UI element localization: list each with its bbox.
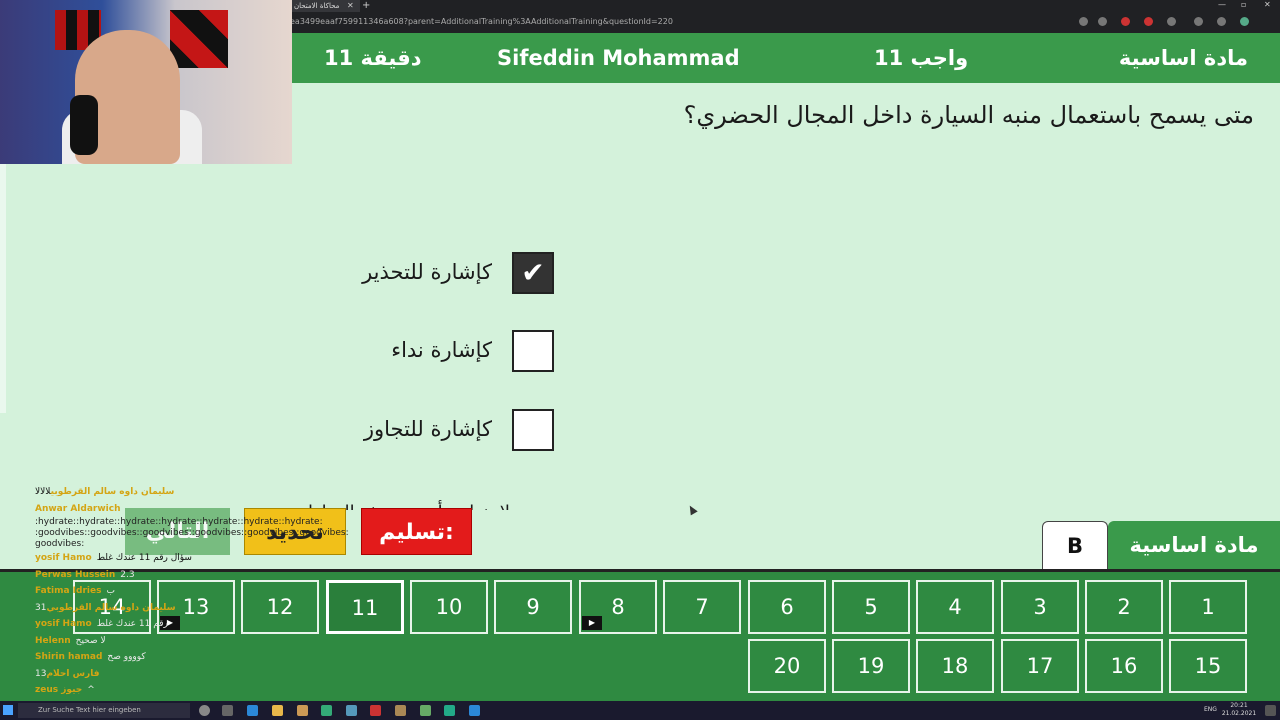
question-nav-button[interactable]: 1 (1169, 580, 1247, 634)
maximize-icon[interactable]: ▫ (1241, 0, 1246, 10)
question-nav-button[interactable]: 17 (1001, 639, 1079, 693)
app-icon[interactable] (469, 705, 480, 716)
question-nav-button[interactable]: 5 (832, 580, 910, 634)
extension-icon[interactable] (1144, 17, 1153, 26)
chat-username: Anwar Aldarwich (35, 503, 121, 514)
exam-header: 11 دقيقة Sifeddin Mohammad واجب 11 مادة … (292, 33, 1280, 83)
app-icon[interactable] (444, 705, 455, 716)
subject-tab[interactable]: مادة اساسية (1108, 521, 1280, 569)
chat-username: سليمان داوه سالم القرطوبي (46, 602, 176, 613)
chat-message: ^ (87, 685, 95, 695)
task-view-icon[interactable] (222, 705, 233, 716)
chat-username: Helenn (35, 635, 71, 646)
submit-button[interactable]: تسليم: (361, 508, 472, 555)
chat-username: yosif Hamo (35, 619, 92, 629)
chat-username: Shirin hamad (35, 652, 103, 662)
bookmark-icon[interactable] (1098, 17, 1107, 26)
app-icon[interactable] (321, 705, 332, 716)
answer-label-3[interactable]: كإشارة للتجاوز (364, 417, 492, 441)
chat-message: 2.3 (120, 569, 135, 580)
chat-message: سؤال رقم 11 عندك غلط (96, 553, 192, 563)
question-nav-button[interactable]: 15 (1169, 639, 1247, 693)
address-bar[interactable]: ea3499eaaf759911346a608?parent=Additiona… (290, 14, 1190, 30)
windows-start-icon[interactable] (3, 705, 13, 715)
app-icon[interactable] (370, 705, 381, 716)
assignment-title: واجب 11 (874, 46, 969, 70)
notification-icon[interactable] (1265, 705, 1276, 716)
chat-message: :hydrate::hydrate::hydrate::hydrate::hyd… (35, 517, 349, 549)
app-icon[interactable] (346, 705, 357, 716)
store-icon[interactable] (297, 705, 308, 716)
chat-message: لا صحيح (75, 635, 106, 646)
answer-label-1[interactable]: كإشارة للتحذير (362, 260, 492, 284)
student-name: Sifeddin Mohammad (497, 46, 740, 70)
collections-icon[interactable] (1217, 17, 1226, 26)
chat-username: yosif Hamo (35, 553, 92, 563)
favorites-icon[interactable] (1194, 17, 1203, 26)
side-strip (0, 163, 6, 413)
close-window-icon[interactable]: ✕ (1264, 0, 1271, 10)
question-nav-button[interactable]: 2 (1085, 580, 1163, 634)
question-nav-button[interactable]: 16 (1085, 639, 1163, 693)
chat-username: سليمان داوه سالم القرطوبي (50, 487, 175, 497)
profile-icon[interactable] (1240, 17, 1249, 26)
stream-chat: سليمان داوه سالم القرطوبيلالالا Anwar Al… (35, 484, 355, 700)
subject-title: مادة اساسية (1118, 46, 1248, 70)
answer-checkbox-3[interactable] (512, 409, 554, 451)
taskbar-search-input[interactable]: Zur Suche Text hier eingeben (18, 703, 190, 718)
time-remaining: 11 دقيقة (324, 46, 422, 70)
adblock-icon[interactable] (1121, 17, 1130, 26)
new-tab-icon[interactable]: + (362, 0, 370, 12)
taskbar-clock[interactable]: 20:21 21.02.2021 (1219, 702, 1259, 718)
edge-icon[interactable] (247, 705, 258, 716)
chat-username: zeus جيوز (35, 685, 83, 695)
app-icon[interactable] (420, 705, 431, 716)
answer-label-2[interactable]: كإشارة نداء (391, 338, 492, 362)
check-icon: ✔ (521, 256, 545, 289)
chat-message: لالالا (35, 487, 51, 497)
webcam-overlay (0, 0, 292, 164)
chat-message: كوووو صح (107, 652, 146, 662)
chat-username: Fatima Idries (35, 586, 102, 596)
question-nav-button[interactable]: 10 (410, 580, 488, 634)
chat-username: فارس احلام (46, 668, 100, 679)
question-nav-button[interactable]: 7 (663, 580, 741, 634)
question-nav-button[interactable]: 20 (748, 639, 826, 693)
answer-checkbox-1[interactable]: ✔ (512, 252, 554, 294)
clock-time: 20:21 (1230, 702, 1248, 709)
variant-tab[interactable]: B (1042, 521, 1108, 569)
chat-username: Perwas Hussein (35, 569, 116, 580)
question-nav-button[interactable]: 19 (832, 639, 910, 693)
microphone-icon (70, 95, 98, 155)
question-nav-button[interactable]: 6 (748, 580, 826, 634)
extension-icon[interactable] (1167, 17, 1176, 26)
question-nav-button[interactable]: 3 (1001, 580, 1079, 634)
question-nav-button[interactable]: 9 (494, 580, 572, 634)
chat-message: ب (106, 586, 115, 596)
zoom-icon[interactable] (1079, 17, 1088, 26)
explorer-icon[interactable] (272, 705, 283, 716)
cortana-icon[interactable] (199, 705, 210, 716)
minimize-icon[interactable]: — (1218, 0, 1226, 10)
question-text: متى يسمح باستعمال منبه السيارة داخل المج… (683, 101, 1254, 129)
chat-message: 31 (35, 602, 47, 613)
app-icon[interactable] (395, 705, 406, 716)
flag-icon: ▶ (582, 616, 602, 630)
language-indicator[interactable]: ENG (1204, 706, 1217, 713)
question-nav-button[interactable]: 4 (916, 580, 994, 634)
chat-message: رقم 11 عندك غلط (96, 619, 168, 629)
webcam-background (170, 10, 228, 68)
windows-taskbar: Zur Suche Text hier eingeben ENG 20:21 2… (0, 701, 1280, 720)
chat-message: 13 (35, 668, 47, 679)
clock-date: 21.02.2021 (1221, 710, 1257, 717)
question-nav-button[interactable]: 18 (916, 639, 994, 693)
answer-checkbox-2[interactable] (512, 330, 554, 372)
tab-close-icon[interactable]: ✕ (347, 0, 354, 12)
